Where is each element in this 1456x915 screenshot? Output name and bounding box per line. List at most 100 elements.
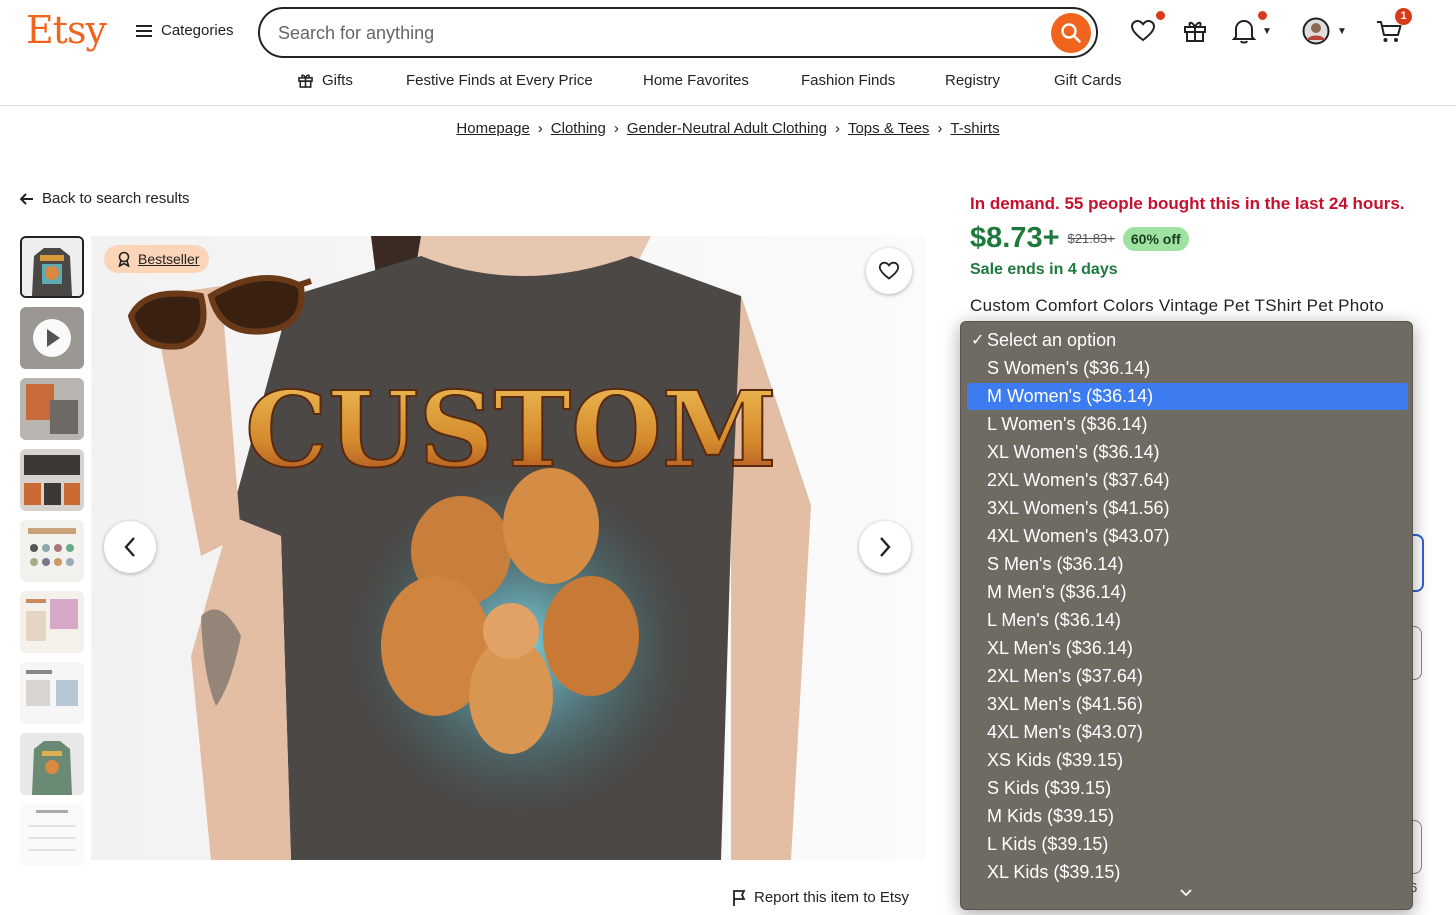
breadcrumb-homepage[interactable]: Homepage (456, 120, 529, 137)
chevron-right-icon: › (537, 120, 543, 137)
bell-icon (1232, 19, 1256, 44)
menu-icon (136, 24, 152, 37)
option-label: Select an option (987, 330, 1117, 350)
thumbnail[interactable] (20, 449, 84, 511)
dropdown-option[interactable]: L Men's ($36.14) (967, 607, 1408, 634)
dropdown-option[interactable]: M Men's ($36.14) (967, 579, 1408, 606)
dropdown-option[interactable]: XS Kids ($39.15) (967, 747, 1408, 774)
thumbnail-strip (20, 236, 86, 875)
dropdown-option-highlighted[interactable]: M Women's ($36.14) (967, 383, 1408, 410)
nav-item-gift-cards[interactable]: Gift Cards (1054, 72, 1122, 89)
bestseller-badge[interactable]: Bestseller (104, 245, 210, 273)
gift-button[interactable] (1180, 16, 1210, 46)
dropdown-option[interactable]: S Kids ($39.15) (967, 775, 1408, 802)
notifications-button[interactable]: ▼ (1232, 11, 1282, 46)
account-button[interactable]: ▼ (1302, 16, 1352, 46)
search-bar (258, 7, 1098, 58)
favorites-button[interactable] (1128, 11, 1165, 46)
next-image-button[interactable] (859, 521, 911, 573)
nav-item-gifts[interactable]: Gifts (297, 72, 353, 89)
flag-icon (733, 889, 746, 906)
breadcrumb-gender-neutral[interactable]: Gender-Neutral Adult Clothing (627, 120, 827, 137)
sale-price: $8.73+ (970, 222, 1060, 254)
sub-navigation: Gifts Festive Finds at Every Price Home … (0, 72, 1456, 94)
nav-item-fashion-finds[interactable]: Fashion Finds (801, 72, 895, 89)
thumbnail[interactable] (20, 662, 84, 724)
thumbnail[interactable] (20, 520, 84, 582)
thumbnail[interactable] (20, 804, 84, 866)
thumbnail[interactable] (20, 591, 84, 653)
dropdown-option[interactable]: 4XL Women's ($43.07) (967, 523, 1408, 550)
checkmark-icon: ✓ (971, 332, 985, 349)
thumbnail-image (20, 662, 84, 724)
dropdown-option[interactable]: M Kids ($39.15) (967, 803, 1408, 830)
nav-item-home-favorites[interactable]: Home Favorites (643, 72, 749, 89)
breadcrumb-tshirts[interactable]: T-shirts (950, 120, 999, 137)
notification-dot (1156, 11, 1165, 20)
nav-label: Gifts (322, 72, 353, 89)
dropdown-option[interactable]: S Men's ($36.14) (967, 551, 1408, 578)
badge-label: Bestseller (138, 251, 200, 267)
notification-dot (1258, 11, 1267, 20)
chevron-right-icon: › (834, 120, 840, 137)
sale-ends-text: Sale ends in 4 days (970, 261, 1118, 278)
back-to-results-link[interactable]: Back to search results (20, 190, 190, 207)
original-price: $21.83+ (1067, 231, 1115, 246)
gift-icon (298, 74, 313, 88)
dropdown-option[interactable]: 3XL Women's ($41.56) (967, 495, 1408, 522)
nav-item-festive-finds[interactable]: Festive Finds at Every Price (406, 72, 593, 89)
chevron-left-icon (124, 537, 135, 557)
previous-image-button[interactable] (104, 521, 156, 573)
search-icon (1061, 23, 1081, 43)
dropdown-option[interactable]: L Women's ($36.14) (967, 411, 1408, 438)
categories-button[interactable]: Categories (136, 22, 234, 39)
arrow-left-icon (20, 192, 33, 205)
dropdown-option[interactable]: XL Women's ($36.14) (967, 439, 1408, 466)
thumbnail[interactable] (20, 733, 84, 795)
add-to-favorites-button[interactable] (866, 248, 912, 294)
scroll-down-arrow-icon[interactable] (1180, 889, 1192, 897)
dropdown-option[interactable]: 4XL Men's ($43.07) (967, 719, 1408, 746)
product-title: Custom Comfort Colors Vintage Pet TShirt… (970, 296, 1385, 315)
dropdown-option[interactable]: L Kids ($39.15) (967, 831, 1408, 858)
product-photo: CUSTOM (91, 236, 925, 860)
dropdown-option[interactable]: 2XL Men's ($37.64) (967, 663, 1408, 690)
thumbnail[interactable] (20, 236, 84, 298)
cart-count-badge: 1 (1395, 8, 1412, 25)
breadcrumb-tops-tees[interactable]: Tops & Tees (848, 120, 929, 137)
breadcrumb-clothing[interactable]: Clothing (551, 120, 606, 137)
dropdown-option[interactable]: S Women's ($36.14) (967, 355, 1408, 382)
etsy-logo[interactable]: Etsy (26, 8, 107, 52)
nav-item-registry[interactable]: Registry (945, 72, 1000, 89)
thumbnail-image (20, 378, 84, 440)
thumbnail-image (20, 733, 84, 795)
award-icon (118, 251, 130, 267)
report-label: Report this item to Etsy (754, 889, 910, 906)
thumbnail-image (20, 449, 84, 511)
heart-icon (1130, 19, 1156, 42)
dropdown-option[interactable]: 3XL Men's ($41.56) (967, 691, 1408, 718)
chevron-down-icon: ▼ (1337, 25, 1347, 37)
cart-button[interactable]: 1 (1374, 8, 1412, 46)
size-options-dropdown[interactable]: ✓ Select an option S Women's ($36.14) M … (960, 321, 1413, 910)
report-item-link[interactable]: Report this item to Etsy (732, 889, 909, 906)
dropdown-option[interactable]: ✓ Select an option (967, 327, 1408, 354)
chevron-right-icon: › (937, 120, 943, 137)
chevron-right-icon (880, 537, 891, 557)
thumbnail-image (20, 307, 84, 369)
thumbnail-image (20, 591, 84, 653)
thumbnail-image (20, 804, 84, 866)
avatar (1302, 17, 1330, 45)
thumbnail[interactable] (20, 378, 84, 440)
search-button[interactable] (1051, 13, 1091, 53)
dropdown-option[interactable]: 2XL Women's ($37.64) (967, 467, 1408, 494)
breadcrumb: Homepage › Clothing › Gender-Neutral Adult C… (0, 120, 1456, 137)
thumbnail-video[interactable] (20, 307, 84, 369)
thumbnail-image (22, 238, 82, 296)
price-row: $8.73+ $21.83+ 60% off (970, 222, 1189, 255)
dropdown-option[interactable]: XL Men's ($36.14) (967, 635, 1408, 662)
dropdown-option[interactable]: XL Kids ($39.15) (967, 859, 1408, 886)
heart-icon (878, 261, 900, 280)
search-input[interactable] (278, 19, 1038, 47)
product-image[interactable]: CUSTOM (91, 236, 925, 860)
